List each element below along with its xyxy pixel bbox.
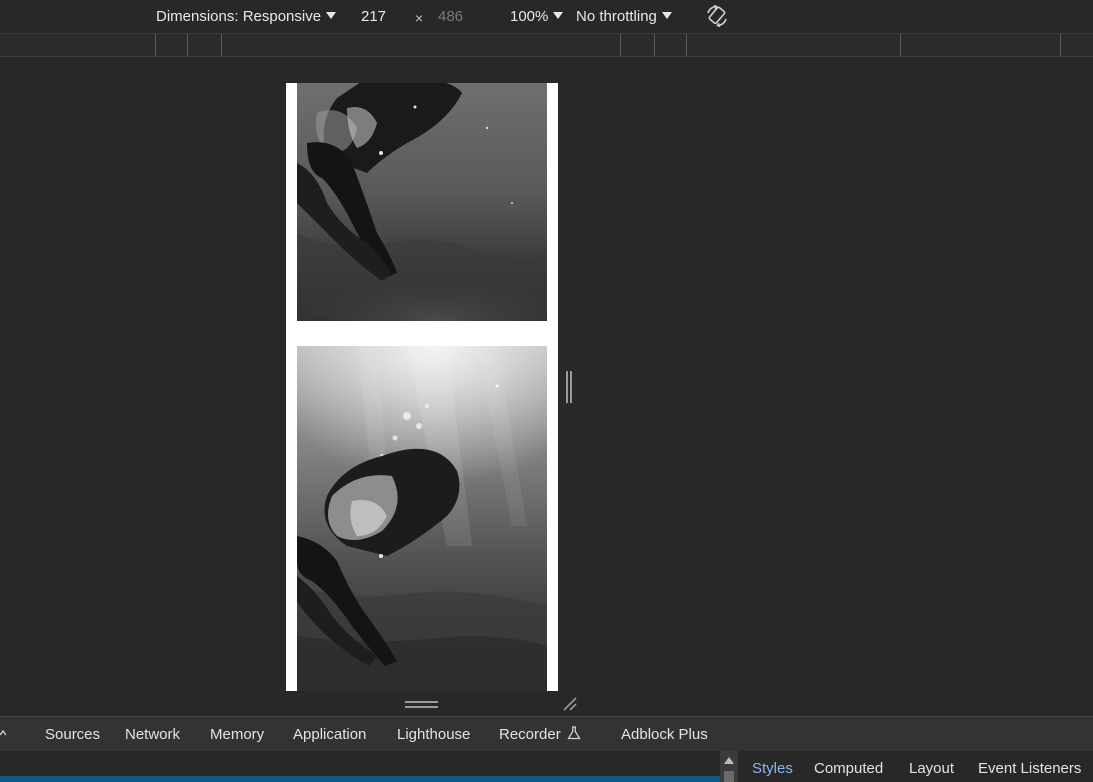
dimensions-label: Dimensions: Responsive [156,8,322,25]
styles-tab-bar: Styles Computed Layout Event Listeners [738,751,1093,782]
tab-styles[interactable]: Styles [752,759,793,779]
ruler-tick [654,34,655,56]
bottom-panel: Styles Computed Layout Event Listeners [0,751,1093,782]
throttling-dropdown[interactable]: No throttling [576,7,672,27]
tab-application[interactable]: Application [293,725,366,745]
dimensions-dropdown[interactable]: Dimensions: Responsive [156,7,337,27]
chevron-up-icon [0,729,6,736]
chevron-down-icon [553,12,564,19]
device-screen[interactable] [286,83,558,691]
resize-corner-icon[interactable] [562,696,578,712]
chevron-down-icon [661,12,672,19]
underwater-photo [297,83,547,321]
tab-recorder[interactable]: Recorder [499,725,581,745]
ruler-tick [620,34,621,56]
ruler-tick [221,34,222,56]
ruler-tick [900,34,901,56]
ruler-tick [187,34,188,56]
scrollbar[interactable] [720,751,738,782]
flask-icon [567,726,581,740]
times-icon: × [415,10,424,26]
tab-lighthouse[interactable]: Lighthouse [397,725,470,745]
resize-handle-right[interactable] [566,371,572,403]
tab-computed[interactable]: Computed [814,759,883,779]
chevron-down-icon [326,12,337,19]
tab-sources[interactable]: Sources [45,725,100,745]
rotate-icon[interactable] [705,4,729,28]
zoom-label: 100% [510,8,549,25]
zoom-dropdown[interactable]: 100% [510,7,564,27]
tab-network[interactable]: Network [125,725,180,745]
tab-event-listeners[interactable]: Event Listeners [978,759,1081,779]
tab-memory[interactable]: Memory [210,725,264,745]
scroll-thumb[interactable] [724,771,734,782]
device-toolbar: Dimensions: Responsive 217 × 486 100% No… [0,0,1093,33]
height-input[interactable]: 486 [438,7,463,27]
media-query-ruler [0,33,1093,57]
ruler-tick [1060,34,1061,56]
tab-layout[interactable]: Layout [909,759,954,779]
ruler-tick [155,34,156,56]
tab-recorder-label: Recorder [499,726,561,743]
device-viewport-area [0,58,1093,716]
width-input[interactable]: 217 [361,7,386,27]
scroll-up-icon[interactable] [724,757,734,764]
resize-handle-bottom[interactable] [405,701,438,709]
throttling-label: No throttling [576,8,657,25]
underwater-photo [297,346,547,691]
devtools-tab-bar: Sources Network Memory Application Light… [0,716,1093,751]
ruler-tick [686,34,687,56]
progress-bar [0,776,720,782]
tab-adblock-plus[interactable]: Adblock Plus [621,725,708,745]
